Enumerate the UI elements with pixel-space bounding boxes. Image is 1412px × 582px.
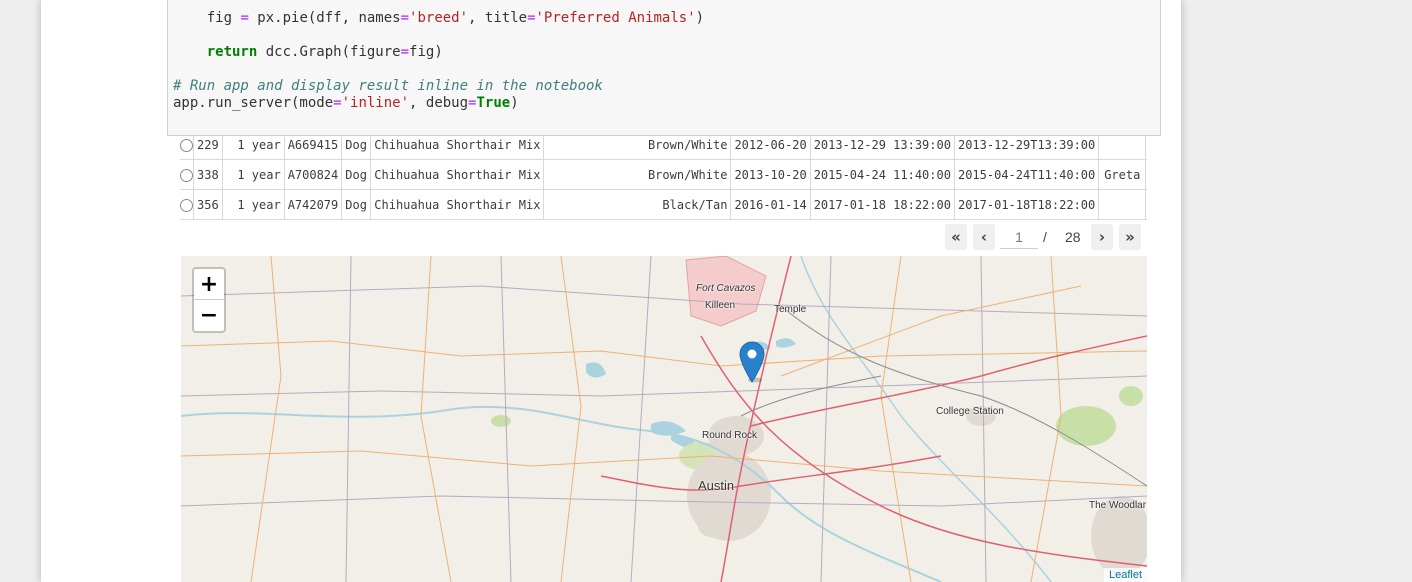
cell-index: 338 xyxy=(193,159,223,190)
chevron-left-icon: ‹ xyxy=(980,228,988,246)
map-label-woodlands: The Woodlar xyxy=(1089,500,1147,511)
row-select-radio[interactable] xyxy=(180,138,193,152)
code-line-2: return dcc.Graph(figure=fig) xyxy=(206,44,443,60)
data-table: 229 1 year A669415 Dog Chihuahua Shorthair M… xyxy=(180,128,1147,220)
map-label-fort: Fort Cavazos xyxy=(696,283,756,294)
row-select-cell xyxy=(180,189,194,220)
chevron-right-icon: › xyxy=(1098,228,1106,246)
map-tiles xyxy=(181,256,1147,582)
cell-type: Dog xyxy=(341,159,372,190)
map-label-temple: Temple xyxy=(774,304,807,315)
map[interactable]: Fort Cavazos Killeen Temple College Stat… xyxy=(181,256,1147,582)
cell-id: A742079 xyxy=(284,189,343,220)
cell-breed: Chihuahua Shorthair Mix xyxy=(370,189,545,220)
page-number-input[interactable] xyxy=(1000,226,1038,249)
cell-monthyear: 2017-01-18T18:22:00 xyxy=(954,189,1100,220)
map-marker-icon[interactable] xyxy=(739,341,765,383)
code-line-3: # Run app and display result inline in t… xyxy=(173,78,603,94)
cell-type: Dog xyxy=(341,189,372,220)
map-label-round-rock: Round Rock xyxy=(702,430,758,441)
cell-dob: 2013-10-20 xyxy=(730,159,811,190)
leaflet-attribution-link[interactable]: Leaflet xyxy=(1103,568,1147,582)
cell-name: Greta xyxy=(1098,159,1147,190)
cell-datetime: 2015-04-24 11:40:00 xyxy=(810,159,955,190)
notebook-page: fig = px.pie(dff, names='breed', title='… xyxy=(41,0,1181,582)
last-page-button[interactable]: » xyxy=(1119,224,1141,250)
row-select-cell xyxy=(180,159,194,190)
table-row: 356 1 year A742079 Dog Chihuahua Shorthair M… xyxy=(180,189,1147,220)
code-line-1: fig = px.pie(dff, names='breed', title='… xyxy=(173,10,705,26)
map-label-killeen: Killeen xyxy=(705,300,736,311)
cell-color: Black/Tan xyxy=(543,189,732,220)
double-chevron-left-icon: « xyxy=(951,228,961,246)
double-chevron-right-icon: » xyxy=(1125,228,1135,246)
previous-page-button[interactable]: ‹ xyxy=(973,224,995,250)
map-label-college-station: College Station xyxy=(936,406,1004,417)
total-pages: 28 xyxy=(1065,229,1081,245)
cell-dob: 2016-01-14 xyxy=(730,189,811,220)
cell-extra xyxy=(1145,159,1147,190)
map-label-austin: Austin xyxy=(698,478,735,493)
page-separator: / xyxy=(1043,229,1047,245)
cell-color: Brown/White xyxy=(543,159,732,190)
zoom-control: + − xyxy=(192,267,226,333)
cell-name xyxy=(1098,189,1147,220)
zoom-out-button[interactable]: − xyxy=(194,300,224,330)
cell-age: 1 year xyxy=(222,159,285,190)
cell-extra xyxy=(1145,189,1147,220)
code-line-4: app.run_server(mode='inline', debug=True… xyxy=(173,95,519,111)
first-page-button[interactable]: « xyxy=(945,224,967,250)
row-select-radio[interactable] xyxy=(180,168,193,182)
cell-index: 356 xyxy=(193,189,223,220)
cell-monthyear: 2015-04-24T11:40:00 xyxy=(954,159,1100,190)
next-page-button[interactable]: › xyxy=(1091,224,1113,250)
cell-id: A700824 xyxy=(284,159,343,190)
zoom-in-button[interactable]: + xyxy=(194,269,224,300)
cell-breed: Chihuahua Shorthair Mix xyxy=(370,159,545,190)
row-select-radio[interactable] xyxy=(180,198,193,212)
cell-datetime: 2017-01-18 18:22:00 xyxy=(810,189,955,220)
cell-age: 1 year xyxy=(222,189,285,220)
code-cell[interactable]: fig = px.pie(dff, names='breed', title='… xyxy=(167,0,1161,136)
table-row: 338 1 year A700824 Dog Chihuahua Shorthair M… xyxy=(180,159,1147,190)
